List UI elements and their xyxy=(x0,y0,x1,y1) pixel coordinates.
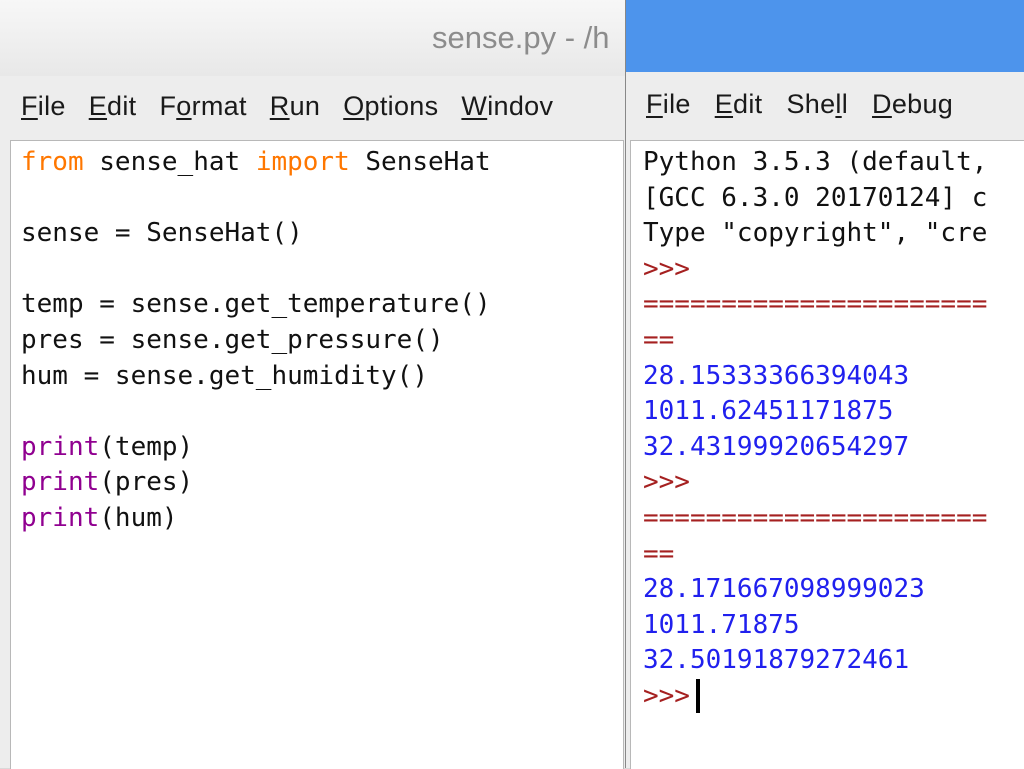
menu-edit[interactable]: Edit xyxy=(89,91,137,122)
restart-separator: ====================== xyxy=(643,289,988,320)
shell-prompt-active: >>> xyxy=(643,680,690,711)
menu-file[interactable]: File xyxy=(21,91,66,122)
output-temperature: 28.171667098999023 xyxy=(643,574,925,605)
output-pressure: 1011.71875 xyxy=(643,609,800,640)
shell-window: File Edit Shell Debug Python 3.5.3 (defa… xyxy=(625,0,1024,769)
banner-line: [GCC 6.3.0 20170124] c xyxy=(643,182,988,213)
editor-titlebar[interactable]: sense.py - /h xyxy=(0,0,640,77)
menu-window[interactable]: Windov xyxy=(461,91,553,122)
restart-separator-end: == xyxy=(643,538,675,569)
code-line-7: hum = sense.get_humidity() xyxy=(21,360,428,391)
shell-menu-file[interactable]: File xyxy=(646,89,691,120)
output-pressure: 1011.62451171875 xyxy=(643,396,894,427)
code-line-6: pres = sense.get_pressure() xyxy=(21,324,444,355)
restart-separator: ====================== xyxy=(643,502,988,533)
editor-menubar: File Edit Format Run Options Windov xyxy=(0,76,628,136)
output-humidity: 32.43199920654297 xyxy=(643,431,910,462)
shell-text: Python 3.5.3 (default, [GCC 6.3.0 201701… xyxy=(631,141,1024,715)
shell-menubar: File Edit Shell Debug xyxy=(626,74,1024,134)
shell-titlebar[interactable] xyxy=(626,0,1024,72)
code-text: from sense_hat import SenseHat sense = S… xyxy=(11,141,623,537)
code-line-10: print(pres) xyxy=(21,467,194,498)
editor-window: sense.py - /h File Edit Format Run Optio… xyxy=(0,0,641,769)
shell-prompt: >>> xyxy=(643,467,690,498)
menu-format[interactable]: Format xyxy=(159,91,246,122)
menu-options[interactable]: Options xyxy=(343,91,438,122)
shell-menu-shell[interactable]: Shell xyxy=(786,89,848,120)
restart-separator-end: == xyxy=(643,324,675,355)
output-humidity: 32.50191879272461 xyxy=(643,645,910,676)
output-temperature: 28.15333366394043 xyxy=(643,360,910,391)
window-title: sense.py - /h xyxy=(432,20,610,55)
shell-prompt: >>> xyxy=(643,253,690,284)
code-line-1: from sense_hat import SenseHat xyxy=(21,147,491,177)
banner-line: Type "copyright", "cre xyxy=(643,218,988,249)
code-line-9: print(temp) xyxy=(21,431,194,462)
code-line-11: print(hum) xyxy=(21,502,178,533)
banner-line: Python 3.5.3 (default, xyxy=(643,147,988,177)
shell-menu-debug[interactable]: Debug xyxy=(872,89,953,120)
code-line-3: sense = SenseHat() xyxy=(21,218,303,249)
menu-run[interactable]: Run xyxy=(270,91,320,122)
shell-output[interactable]: Python 3.5.3 (default, [GCC 6.3.0 201701… xyxy=(630,140,1024,769)
code-line-5: temp = sense.get_temperature() xyxy=(21,289,491,320)
text-cursor xyxy=(695,679,700,714)
shell-menu-edit[interactable]: Edit xyxy=(715,89,763,120)
code-editor[interactable]: from sense_hat import SenseHat sense = S… xyxy=(10,140,624,769)
